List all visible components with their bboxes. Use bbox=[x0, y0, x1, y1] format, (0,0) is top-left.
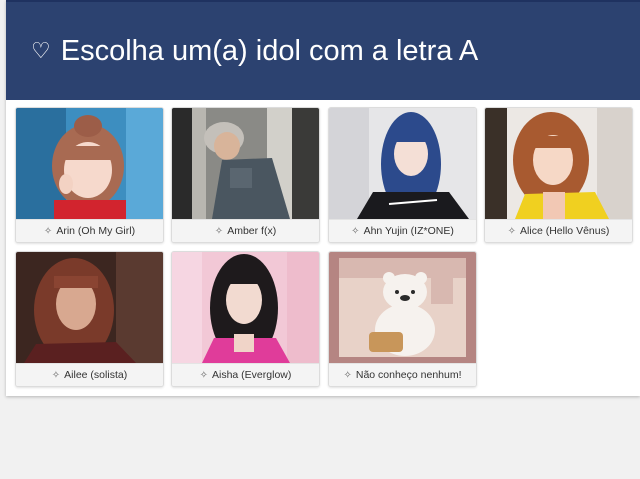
option-caption: ✧ Arin (Oh My Girl) bbox=[16, 219, 163, 242]
option-amber[interactable]: ✧ Amber f(x) bbox=[171, 107, 320, 243]
sparkle-icon: ✧ bbox=[343, 369, 352, 381]
option-photo bbox=[16, 252, 163, 363]
option-label: Alice (Hello Vênus) bbox=[520, 225, 610, 237]
sparkle-icon: ✧ bbox=[51, 369, 61, 381]
option-label: Não conheço nenhum! bbox=[355, 369, 462, 381]
option-photo bbox=[172, 252, 319, 363]
sparkle-icon: ✧ bbox=[199, 369, 208, 381]
option-photo bbox=[485, 108, 632, 219]
option-caption: ✧ Alice (Hello Vênus) bbox=[485, 219, 632, 242]
option-label: Aisha (Everglow) bbox=[212, 369, 292, 381]
sparkle-icon: ✧ bbox=[507, 225, 517, 237]
option-caption: ✧ Ailee (solista) bbox=[16, 363, 163, 386]
option-aisha[interactable]: ✧ Aisha (Everglow) bbox=[171, 251, 320, 387]
option-ahn-yujin[interactable]: ✧ Ahn Yujin (IZ*ONE) bbox=[328, 107, 477, 243]
quiz-card: ♡ Escolha um(a) idol com a letra A ✧ Ari… bbox=[6, 0, 640, 396]
option-arin[interactable]: ✧ Arin (Oh My Girl) bbox=[15, 107, 164, 243]
option-caption: ✧ Não conheço nenhum! bbox=[329, 363, 476, 386]
option-photo bbox=[172, 108, 319, 219]
sparkle-icon: ✧ bbox=[43, 225, 53, 237]
option-alice[interactable]: ✧ Alice (Hello Vênus) bbox=[484, 107, 633, 243]
quiz-title: ♡ Escolha um(a) idol com a letra A bbox=[31, 35, 478, 68]
heart-outline-icon: ♡ bbox=[31, 37, 51, 63]
sparkle-icon: ✧ bbox=[214, 225, 224, 237]
option-none[interactable]: ✧ Não conheço nenhum! bbox=[328, 251, 477, 387]
quiz-title-text: Escolha um(a) idol com a letra A bbox=[60, 35, 479, 67]
quiz-header: ♡ Escolha um(a) idol com a letra A bbox=[6, 0, 640, 100]
option-photo bbox=[329, 252, 476, 363]
option-label: Amber f(x) bbox=[227, 225, 277, 237]
option-ailee[interactable]: ✧ Ailee (solista) bbox=[15, 251, 164, 387]
sparkle-icon: ✧ bbox=[351, 225, 360, 237]
option-caption: ✧ Aisha (Everglow) bbox=[172, 363, 319, 386]
option-caption: ✧ Amber f(x) bbox=[172, 219, 319, 242]
option-photo bbox=[329, 108, 476, 219]
option-label: Arin (Oh My Girl) bbox=[56, 225, 136, 237]
option-label: Ahn Yujin (IZ*ONE) bbox=[363, 225, 454, 237]
option-caption: ✧ Ahn Yujin (IZ*ONE) bbox=[329, 219, 476, 242]
option-label: Ailee (solista) bbox=[64, 369, 128, 381]
option-photo bbox=[16, 108, 163, 219]
